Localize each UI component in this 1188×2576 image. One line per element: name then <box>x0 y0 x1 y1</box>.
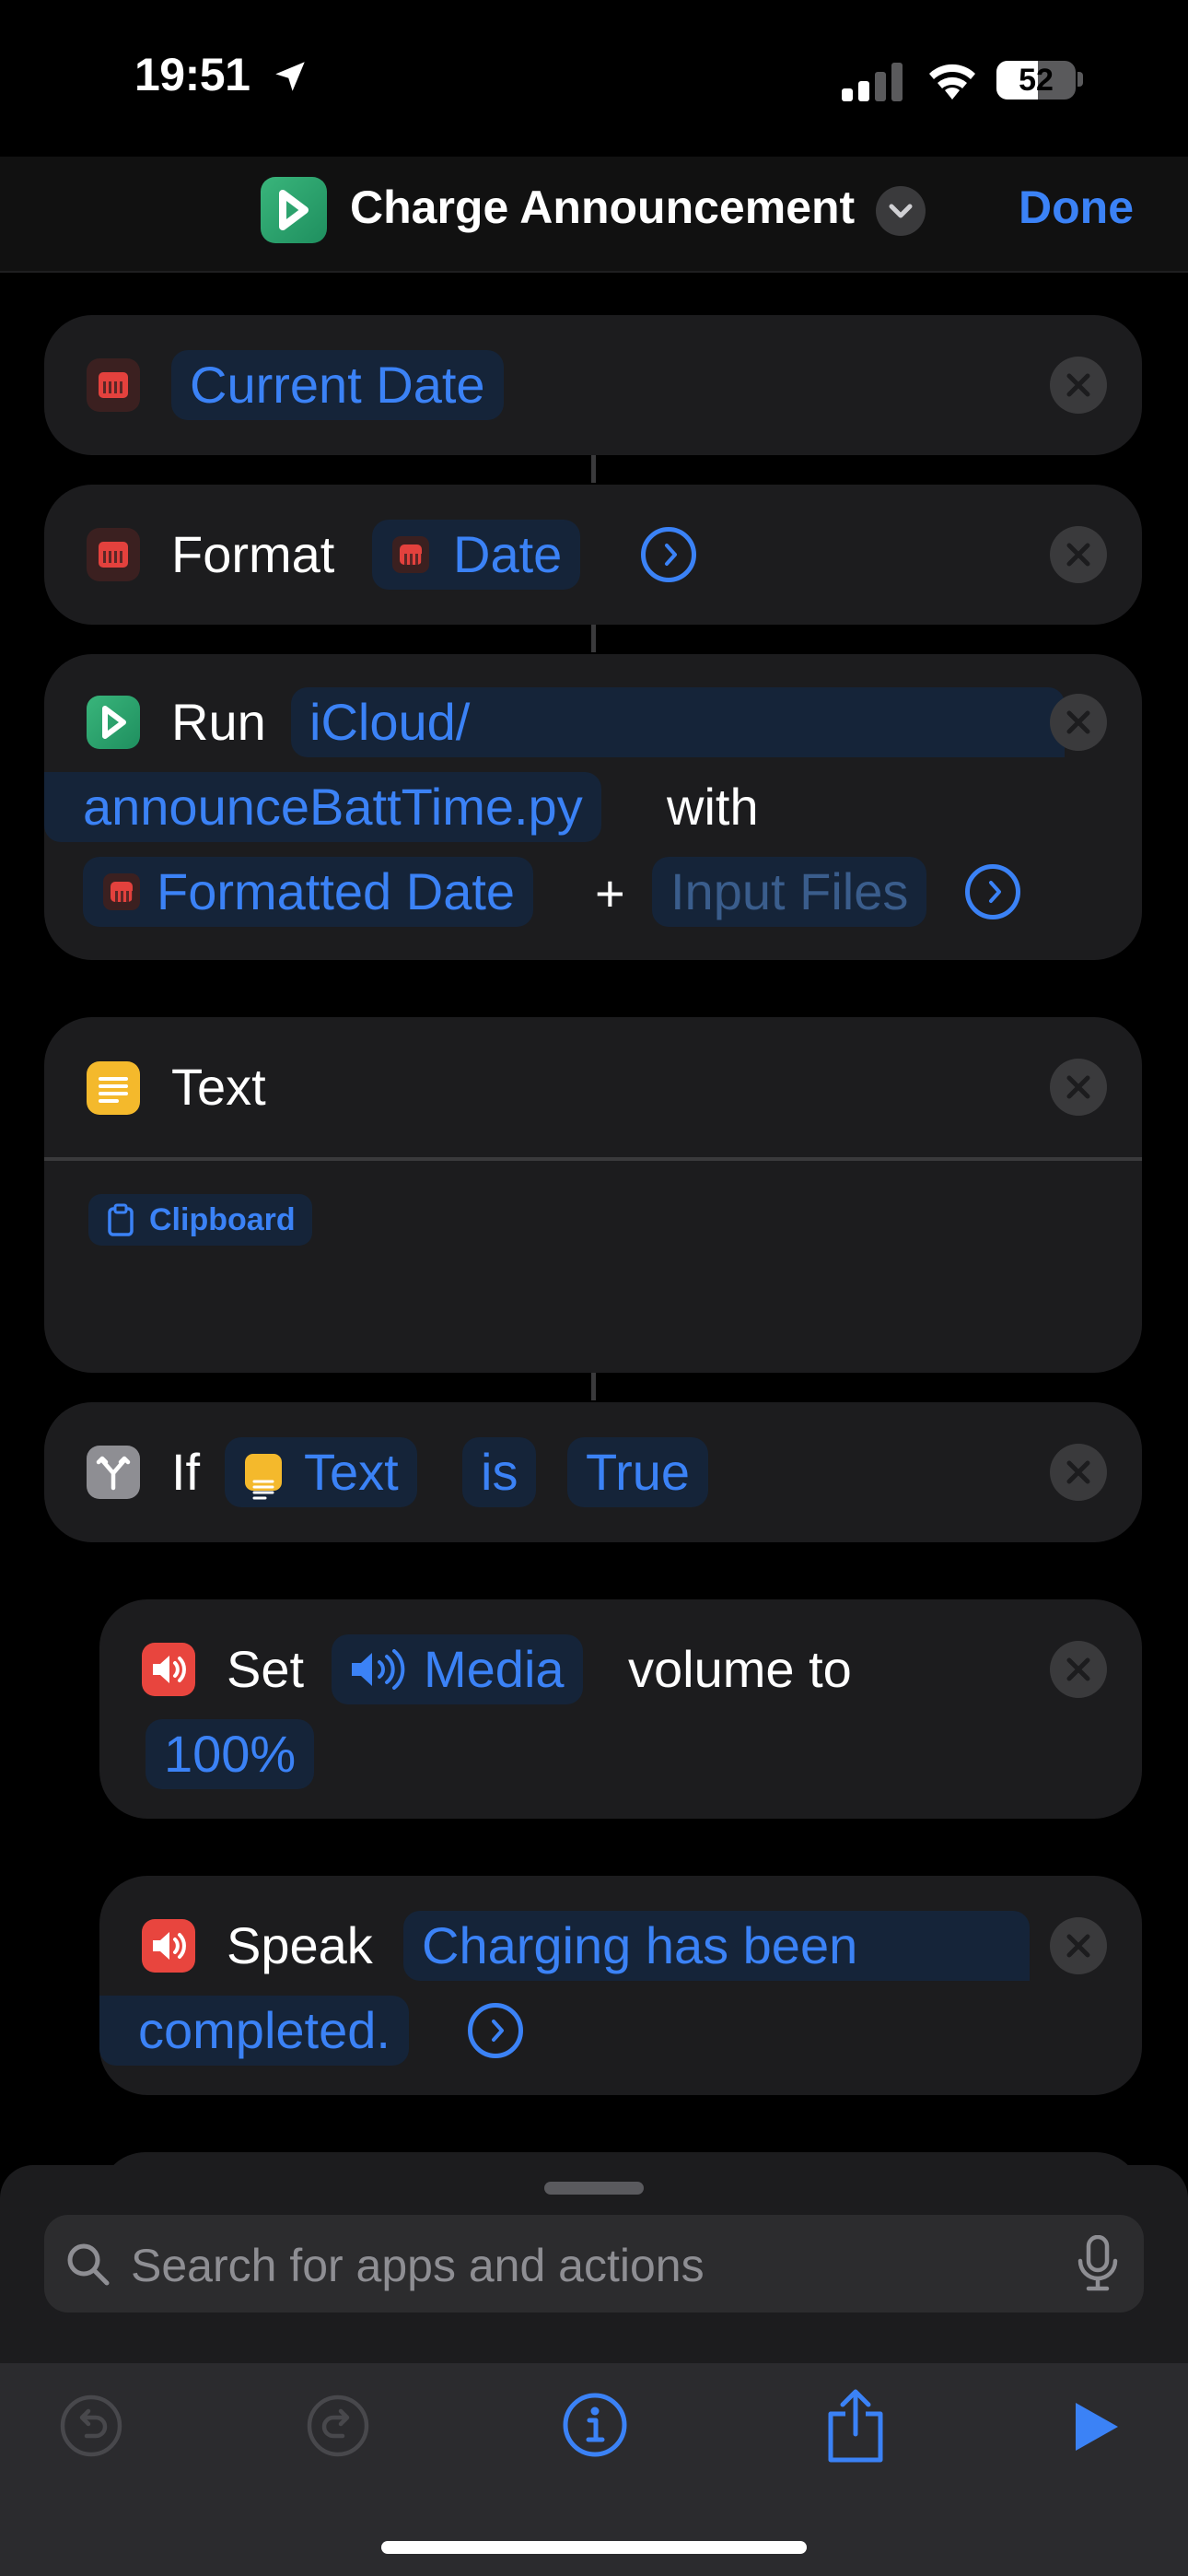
close-icon[interactable] <box>1050 1059 1107 1116</box>
format-label: Format <box>171 525 335 583</box>
clipboard-token[interactable]: Clipboard <box>88 1194 312 1246</box>
action-format-date[interactable]: Format Date <box>44 485 1142 625</box>
battery-percent: 52 <box>1019 63 1054 98</box>
battery-tip <box>1077 72 1083 87</box>
condition-value-token[interactable]: True <box>567 1437 709 1507</box>
formatted-date-token[interactable]: Formatted Date <box>83 857 534 927</box>
action-speak[interactable]: Speak Charging has been completed. <box>99 1876 1142 2095</box>
close-icon[interactable] <box>1050 1444 1107 1501</box>
speak-label: Speak <box>227 1916 373 1974</box>
action-if[interactable]: If Text is True <box>44 1402 1142 1542</box>
sheet-grabber[interactable] <box>544 2182 644 2195</box>
chevron-right-icon[interactable] <box>468 2003 523 2058</box>
calendar-icon <box>392 536 429 573</box>
date-token-label: Date <box>453 525 563 583</box>
volume-to-label: volume to <box>628 1640 852 1698</box>
microphone-icon[interactable] <box>1076 2235 1120 2292</box>
shortcut-title[interactable]: Charge Announcement <box>350 181 855 234</box>
with-label: with <box>667 778 759 836</box>
clipboard-icon <box>108 1203 134 1236</box>
divider <box>44 1157 1142 1161</box>
wifi-icon <box>929 64 975 100</box>
run-script-icon <box>87 696 140 749</box>
search-placeholder: Search for apps and actions <box>131 2240 705 2291</box>
speak-text-token[interactable]: Charging has been <box>403 1911 1030 1981</box>
date-token[interactable]: Date <box>372 520 581 590</box>
close-icon[interactable] <box>1050 357 1107 414</box>
speaker-icon <box>142 1643 195 1696</box>
cellular-signal-icon <box>842 63 903 101</box>
text-icon <box>87 1061 140 1115</box>
redo-icon[interactable] <box>306 2394 370 2458</box>
text-label: Text <box>171 1058 266 1116</box>
battery-indicator: 52 <box>996 61 1076 100</box>
search-icon <box>67 2243 110 2286</box>
action-set-volume[interactable]: Set Media volume to 100% <box>99 1599 1142 1819</box>
undo-icon[interactable] <box>59 2394 123 2458</box>
close-icon[interactable] <box>1050 1917 1107 1974</box>
close-icon[interactable] <box>1050 1641 1107 1698</box>
script-path-token[interactable]: iCloud/ <box>291 687 1065 757</box>
input-files-token[interactable]: Input Files <box>652 857 927 927</box>
home-indicator <box>381 2541 807 2554</box>
action-current-date[interactable]: Current Date <box>44 315 1142 455</box>
run-label: Run <box>171 693 266 751</box>
speaker-icon <box>142 1919 195 1973</box>
set-label: Set <box>227 1640 305 1698</box>
done-button[interactable]: Done <box>1019 181 1134 234</box>
chevron-right-icon[interactable] <box>965 864 1020 919</box>
speak-text-token-cont[interactable]: completed. <box>99 1996 409 2066</box>
connector <box>591 455 596 483</box>
calendar-icon <box>87 358 140 412</box>
action-text[interactable]: Text Clipboard <box>44 1017 1142 1373</box>
if-branch-icon <box>87 1446 140 1499</box>
text-icon <box>245 1454 282 1500</box>
close-icon[interactable] <box>1050 694 1107 751</box>
condition-op-token[interactable]: is <box>462 1437 537 1507</box>
close-icon[interactable] <box>1050 526 1107 583</box>
info-icon[interactable] <box>562 2392 628 2458</box>
script-path-token-cont[interactable]: announceBattTime.py <box>44 772 601 842</box>
if-label: If <box>171 1443 201 1501</box>
speaker-wave-icon <box>352 1649 405 1690</box>
share-icon[interactable] <box>823 2386 888 2464</box>
action-run-script[interactable]: Run iCloud/ announceBattTime.py with For… <box>44 654 1142 960</box>
connector <box>591 1373 596 1400</box>
shortcut-app-icon[interactable] <box>261 177 327 243</box>
plus-label: + <box>595 864 625 922</box>
calendar-icon <box>87 528 140 581</box>
volume-value-token[interactable]: 100% <box>146 1719 315 1789</box>
media-token[interactable]: Media <box>332 1634 583 1704</box>
current-date-token[interactable]: Current Date <box>171 350 504 420</box>
play-icon[interactable] <box>1070 2399 1122 2454</box>
location-arrow-icon <box>275 62 305 91</box>
status-time: 19:51 <box>134 49 250 100</box>
connector <box>591 625 596 652</box>
chevron-down-icon[interactable] <box>876 186 926 236</box>
chevron-right-icon[interactable] <box>641 527 696 582</box>
calendar-icon <box>103 873 140 910</box>
text-var-token[interactable]: Text <box>225 1437 417 1507</box>
